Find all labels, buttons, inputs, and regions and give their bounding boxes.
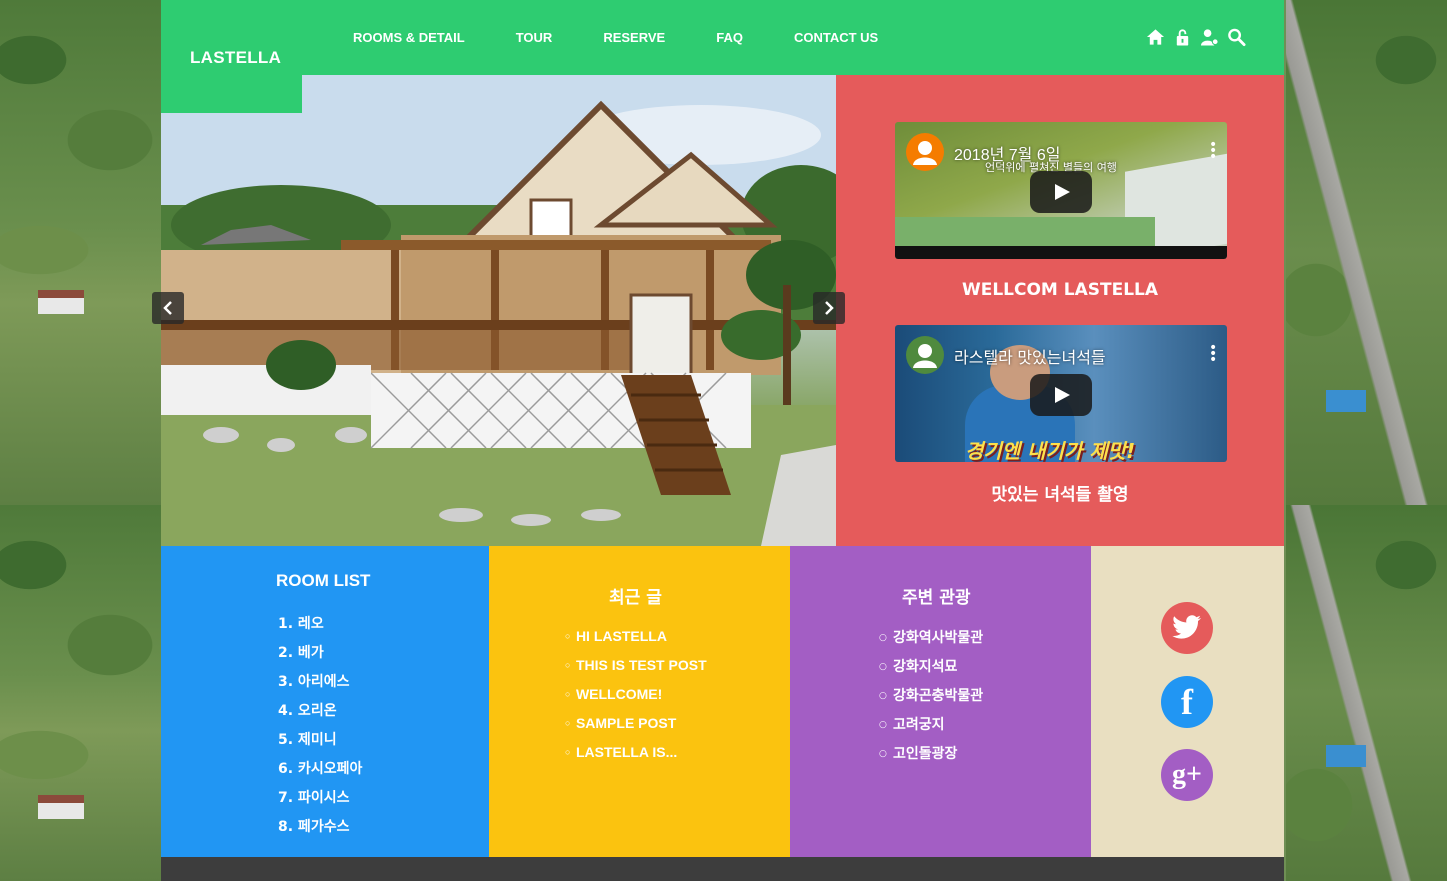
avatar-icon [913, 141, 937, 165]
site-logo[interactable]: LASTELLA [190, 48, 281, 68]
twitter-icon [1172, 615, 1201, 639]
background-tile [0, 0, 161, 505]
room-item-aries[interactable]: 3. 아리에스 [278, 671, 362, 700]
channel-avatar[interactable] [906, 336, 944, 374]
home-icon[interactable] [1146, 27, 1165, 47]
facebook-button[interactable]: f [1161, 676, 1213, 728]
room-item-orion[interactable]: 4. 오리온 [278, 700, 362, 729]
recent-posts-title: 최근 글 [609, 588, 662, 608]
video-thumbnail-banner [895, 246, 1227, 259]
social-panel: f g+ [1091, 546, 1284, 857]
room-list-panel: ROOM LIST 1. 레오 2. 베가 3. 아리에스 4. 오리온 5. … [161, 546, 489, 857]
recent-post-link[interactable]: WELLCOME! [565, 686, 707, 715]
hero-house-image [161, 75, 836, 546]
video-thumbnail-field [895, 217, 1155, 247]
site-header: ROOMS & DETAIL TOUR RESERVE FAQ CONTACT … [161, 0, 1284, 75]
nav-faq[interactable]: FAQ [716, 30, 743, 45]
video-caption-2: 맛있는 녀석들 촬영 [991, 485, 1129, 505]
room-item-vega[interactable]: 2. 베가 [278, 642, 362, 671]
more-options-icon[interactable]: ••• [1209, 138, 1217, 164]
tour-item-link[interactable]: 강화역사박물관 [879, 627, 983, 656]
video-player-1[interactable]: 2018년 7월 6일 언덕위에 펼쳐진 별들의 여행 ••• [895, 122, 1227, 259]
background-roof-image [1326, 745, 1366, 767]
nav-contact-us[interactable]: CONTACT US [794, 30, 878, 45]
tour-item-link[interactable]: 고인돌광장 [879, 743, 983, 772]
background-tile [1286, 505, 1447, 881]
header-icons [1146, 27, 1246, 47]
google-plus-icon: g+ [1172, 759, 1202, 790]
facebook-icon: f [1181, 682, 1193, 722]
background-tile [0, 505, 161, 881]
room-item-pisces[interactable]: 7. 파이시스 [278, 787, 362, 816]
room-item-pegasus[interactable]: 8. 페가수스 [278, 816, 362, 845]
background-tile [1286, 0, 1447, 505]
nav-tour[interactable]: TOUR [516, 30, 553, 45]
video-overlay-text: 경기엔 내기가 제맛! [965, 439, 1136, 462]
nav-rooms-detail[interactable]: ROOMS & DETAIL [353, 30, 465, 45]
play-button-icon[interactable] [1030, 171, 1092, 213]
recent-post-link[interactable]: HI LASTELLA [565, 628, 707, 657]
tour-item-link[interactable]: 고려궁지 [879, 714, 983, 743]
background-roof-image [1326, 390, 1366, 412]
room-list: 1. 레오 2. 베가 3. 아리에스 4. 오리온 5. 제미니 6. 카시오… [278, 613, 362, 845]
lock-icon[interactable] [1173, 27, 1192, 47]
nearby-tour-panel: 주변 관광 강화역사박물관 강화지석묘 강화곤충박물관 고려궁지 고인돌광장 [790, 546, 1091, 857]
video-panel: 2018년 7월 6일 언덕위에 펼쳐진 별들의 여행 ••• WELLCOM … [836, 75, 1284, 546]
tour-item-link[interactable]: 강화지석묘 [879, 656, 983, 685]
logo-box[interactable]: LASTELLA [161, 0, 302, 113]
nav-reserve[interactable]: RESERVE [603, 30, 665, 45]
play-button-icon[interactable] [1030, 374, 1092, 416]
user-icon[interactable] [1200, 27, 1219, 47]
main-nav: ROOMS & DETAIL TOUR RESERVE FAQ CONTACT … [353, 30, 929, 45]
room-list-title: ROOM LIST [276, 571, 371, 590]
search-icon[interactable] [1227, 27, 1246, 47]
video-caption-1: WELLCOM LASTELLA [961, 280, 1159, 300]
recent-post-link[interactable]: THIS IS TEST POST [565, 657, 707, 686]
video-player-2[interactable]: 라스텔라 맛있는녀석들 • • • 경기엔 내기가 제맛! [895, 325, 1227, 462]
hero-slider [161, 75, 836, 546]
page-container: ROOMS & DETAIL TOUR RESERVE FAQ CONTACT … [152, 0, 1284, 881]
room-item-cassiopeia[interactable]: 6. 카시오페아 [278, 758, 362, 787]
site-footer [161, 857, 1284, 881]
nearby-tour-title: 주변 관광 [902, 588, 971, 608]
slider-prev-button[interactable] [152, 292, 184, 324]
room-item-gemini[interactable]: 5. 제미니 [278, 729, 362, 758]
twitter-button[interactable] [1161, 602, 1213, 654]
recent-post-link[interactable]: LASTELLA IS... [565, 744, 707, 773]
avatar-icon [913, 344, 937, 368]
slider-next-button[interactable] [813, 292, 845, 324]
channel-avatar[interactable] [906, 133, 944, 171]
chevron-left-icon [163, 301, 172, 315]
recent-posts-list: HI LASTELLA THIS IS TEST POST WELLCOME! … [565, 628, 707, 773]
background-house-image [38, 795, 84, 819]
tour-item-link[interactable]: 강화곤충박물관 [879, 685, 983, 714]
room-item-leo[interactable]: 1. 레오 [278, 613, 362, 642]
recent-posts-panel: 최근 글 HI LASTELLA THIS IS TEST POST WELLC… [489, 546, 790, 857]
more-options-icon[interactable]: ••• [1209, 341, 1217, 367]
chevron-right-icon [825, 301, 834, 315]
recent-post-link[interactable]: SAMPLE POST [565, 715, 707, 744]
video-title: 라스텔라 맛있는녀석들 [954, 350, 1106, 367]
background-house-image [38, 290, 84, 314]
google-plus-button[interactable]: g+ [1161, 749, 1213, 801]
nearby-tour-list: 강화역사박물관 강화지석묘 강화곤충박물관 고려궁지 고인돌광장 [879, 627, 983, 772]
